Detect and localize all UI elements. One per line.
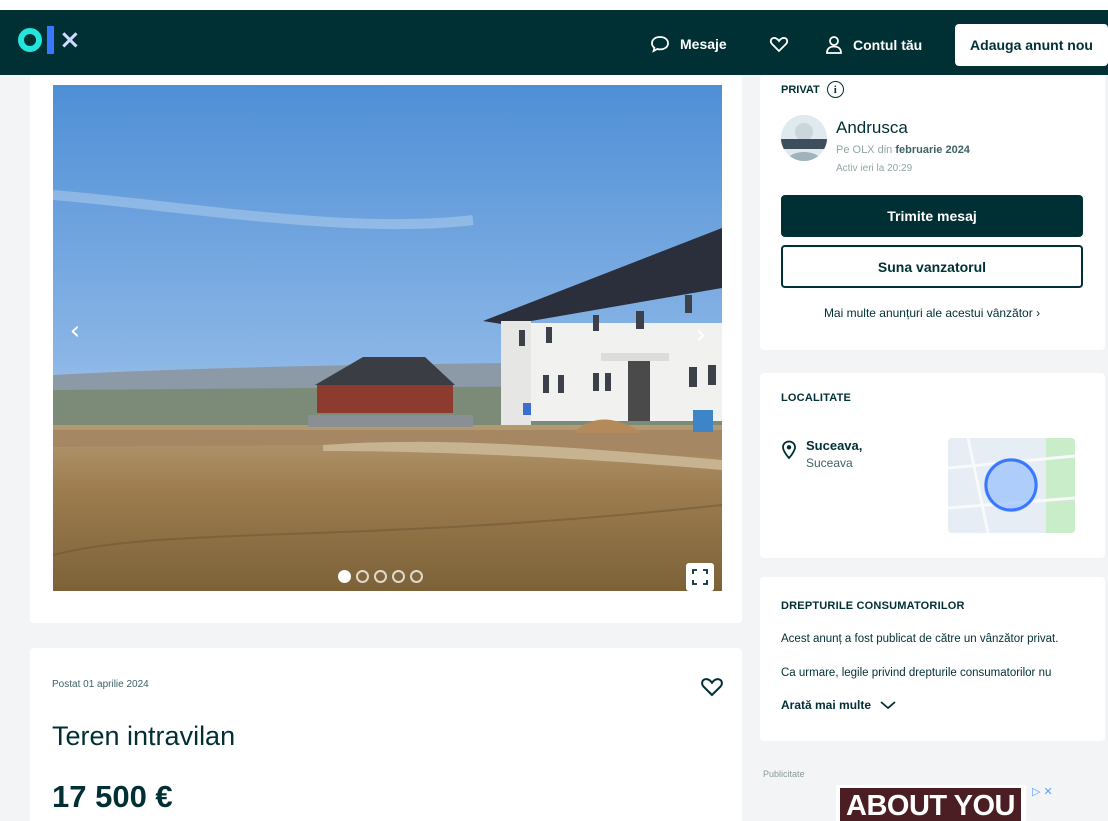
previous-photo-arrow[interactable]: ‹ [60,316,90,346]
consumer-rights-text-continued: Ca urmare, legile privind drepturile con… [781,667,1052,679]
land-photo-illustration [53,85,722,591]
member-since-prefix: Pe OLX din [836,144,893,156]
gallery-dot[interactable] [374,570,387,583]
chevron-down-icon [880,701,896,710]
listing-title: Teren intravilan [52,721,236,751]
advert-label: Publicitate [763,769,805,779]
more-seller-ads-link[interactable]: Mai multe anunțuri ale acestui vânzător … [781,306,1083,320]
heart-icon [701,678,723,697]
seller-type: PRIVAT i [781,81,844,98]
logo-l-mark [47,26,54,54]
messages-label: Mesaje [680,36,727,52]
seller-last-active: Activ ieri la 20:29 [836,163,913,174]
advert-brand-logo[interactable]: ABOUT YOU [840,788,1021,821]
location-section-title: LOCALITATE [781,392,852,404]
chat-bubble-icon [651,36,669,53]
seller-member-since: Pe OLX din februarie 2024 [836,144,970,156]
member-since-date: februarie 2024 [895,144,970,156]
seller-name[interactable]: Andrusca [836,118,908,138]
advert-close-icon[interactable]: ▷ ✕ [1032,785,1053,798]
call-seller-button[interactable]: Suna vanzatorul [781,245,1083,288]
logo-x-mark: × [59,25,81,55]
more-ads-label: Mai multe anunțuri ale acestui vânzător [823,306,1033,320]
posted-date: Postat 01 aprilie 2024 [52,679,149,690]
seller-type-label: PRIVAT [781,83,820,96]
messages-nav-link[interactable]: Mesaje [650,35,727,53]
seller-avatar[interactable] [781,115,827,161]
listing-photo[interactable] [53,85,722,591]
add-ad-button[interactable]: Adauga anunt nou [955,24,1108,66]
gallery-dot[interactable] [338,570,351,583]
favorites-nav-link[interactable] [769,35,789,53]
heart-icon [769,37,789,53]
header-top-strip [0,0,1108,10]
chevron-right-icon: › [1036,306,1041,320]
location-map[interactable] [948,438,1075,533]
expand-icon [692,569,708,585]
gallery-dot[interactable] [356,570,369,583]
consumer-rights-title: DREPTURILE CONSUMATORILOR [781,600,965,612]
map-illustration [948,438,1075,533]
user-icon [826,36,842,54]
show-more-button[interactable]: Arată mai multe [781,698,897,712]
logo-o-mark [18,28,42,52]
olx-logo[interactable]: × [18,24,81,56]
text-fade-overlay [781,680,1081,692]
top-navigation-bar [0,0,1108,75]
photo-gallery-card: ‹ › [30,75,742,623]
gallery-pagination-dots [338,570,423,583]
favorite-listing-button[interactable] [700,676,724,703]
account-nav-link[interactable]: Contul tău [825,35,922,55]
gallery-dot[interactable] [392,570,405,583]
show-more-label: Arată mai multe [781,698,872,712]
send-message-button[interactable]: Trimite mesaj [781,195,1083,237]
location-pin-icon [781,440,797,465]
listing-price: 17 500 € [52,779,173,814]
avatar-image [781,115,827,161]
info-icon[interactable]: i [826,81,844,98]
location-region: Suceava [806,456,853,470]
fullscreen-button[interactable] [686,563,714,591]
account-label: Contul tău [853,37,923,53]
gallery-dot[interactable] [410,570,423,583]
location-city: Suceava, [806,438,863,453]
next-photo-arrow[interactable]: › [686,320,716,350]
consumer-rights-text: Acest anunț a fost publicat de către un … [781,633,1059,645]
